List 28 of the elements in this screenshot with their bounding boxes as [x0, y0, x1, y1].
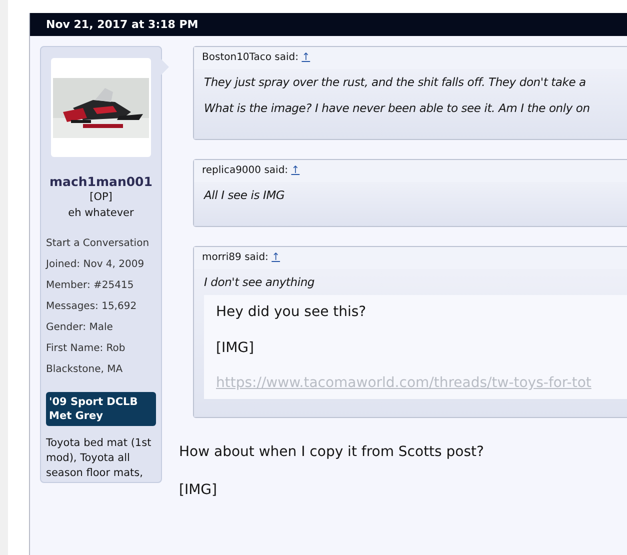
quote-link[interactable]: ↑: [272, 252, 280, 263]
quote-text: I don't see anything: [204, 275, 316, 289]
user-title: eh whatever: [67, 206, 135, 221]
quote-attribution: morri89 said:: [202, 252, 268, 263]
user-detail: Joined: Nov 4, 2009: [46, 258, 146, 272]
quote-link[interactable]: ↑: [302, 52, 310, 63]
user-detail: Member: #25415: [46, 279, 135, 293]
nested-text: Hey did you see this?: [216, 303, 368, 321]
message-text: How about when I copy it from Scotts post?: [179, 443, 485, 461]
quote-link[interactable]: ↑: [291, 165, 300, 176]
user-detail: Messages: 15,692: [46, 300, 138, 314]
quote-text: All I see is IMG: [204, 188, 286, 202]
post-date: Nov 21, 2017 at 3:18 PM: [46, 18, 198, 31]
quote-attribution: replica9000 said:: [202, 165, 288, 176]
quote-text: They just spray over the rust, and the shit falls off. They don't take a: [204, 75, 587, 89]
quote-attribution: Boston10Taco said:: [202, 52, 298, 63]
message-text: [IMG]: [179, 481, 218, 499]
start-conversation-link[interactable]: Start a Conversation: [46, 233, 156, 254]
op-tag: [OP]: [46, 189, 156, 205]
user-detail: First Name: Rob: [46, 342, 126, 356]
vehicle-badge: '09 Sport DCLB Met Grey: [46, 392, 156, 426]
user-location: Blackstone, MA: [46, 363, 124, 377]
user-detail: Gender: Male: [46, 321, 114, 335]
nested-text: [IMG]: [216, 339, 255, 357]
avatar-frame[interactable]: [51, 58, 151, 157]
signature-text: Toyota bed mat (1st mod), Toyota all season floor mats,: [46, 436, 152, 481]
quote-text: What is the image? I have never been able to see it. Am I the only on: [204, 101, 591, 115]
username[interactable]: mach1man001: [46, 174, 156, 189]
